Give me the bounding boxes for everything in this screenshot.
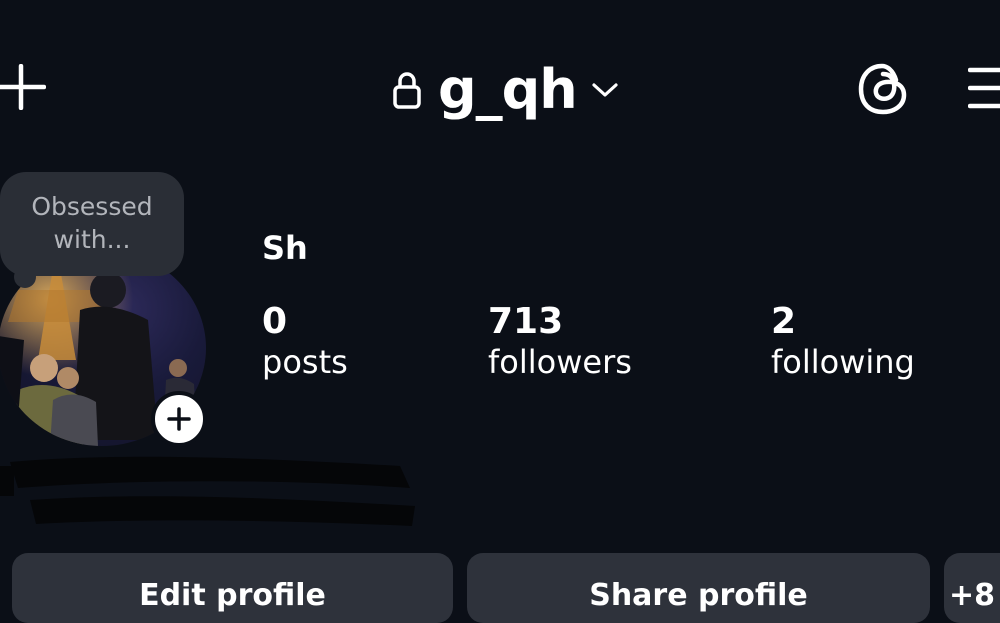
discover-people-button[interactable]: +8 [944,553,1000,623]
plus-icon [167,407,191,431]
profile-username: g_qh [438,58,578,121]
stat-value: 2 [771,301,797,342]
stat-value: 0 [262,301,288,342]
account-switcher[interactable]: g_qh [392,58,619,122]
redacted-bio [0,456,415,526]
following-count[interactable]: 2 following [771,302,915,382]
profile-display-name: Sh [262,229,308,267]
add-story-button[interactable] [151,391,207,447]
note-bubble-tail [14,266,36,288]
lock-icon [393,72,421,109]
note-text: Obsessed with... [31,192,153,254]
chevron-down-icon [592,83,618,97]
share-profile-button[interactable]: Share profile [467,553,930,623]
stat-label: following [771,343,915,381]
share-profile-label: Share profile [589,578,808,613]
stat-label: posts [262,343,348,381]
threads-icon[interactable] [856,60,910,118]
create-plus-icon[interactable] [0,64,46,110]
edit-profile-button[interactable]: Edit profile [12,553,453,623]
discover-people-label: +8 [948,578,995,613]
stat-label: followers [488,343,632,381]
note-bubble[interactable]: Obsessed with... [0,172,184,276]
edit-profile-label: Edit profile [139,578,326,613]
posts-count[interactable]: 0 posts [262,302,348,382]
followers-count[interactable]: 713 followers [488,302,632,382]
hamburger-menu-icon[interactable] [968,66,1000,110]
stat-value: 713 [488,301,564,342]
